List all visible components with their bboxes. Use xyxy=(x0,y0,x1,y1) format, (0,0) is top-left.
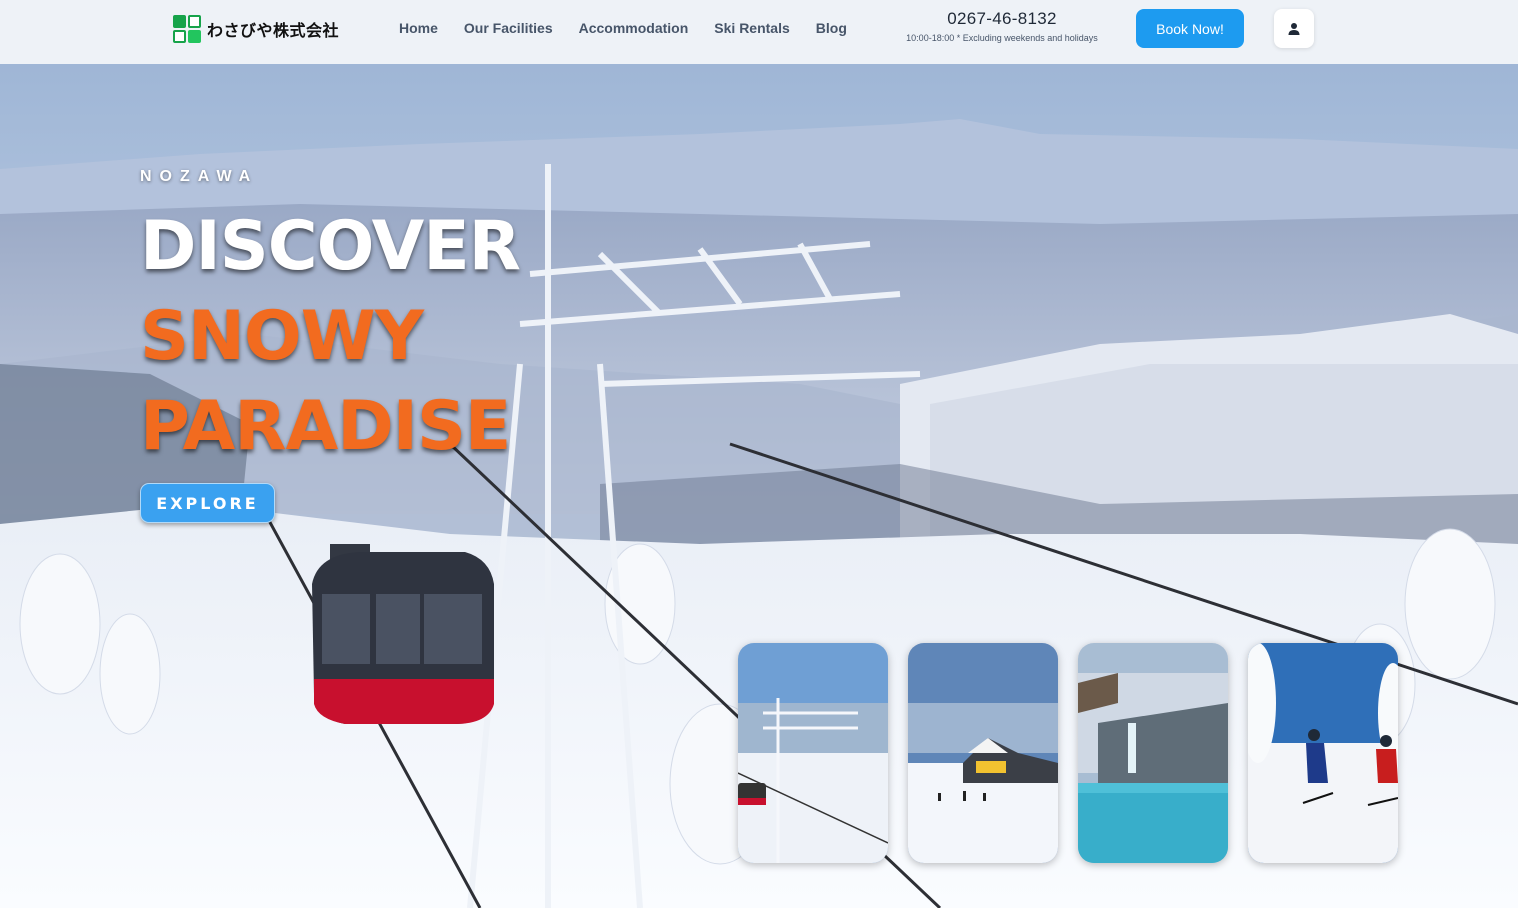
headline-line-2: SNOWY xyxy=(140,297,424,376)
gallery-thumb-skiers[interactable] xyxy=(1248,643,1398,863)
main-nav: Home Our Facilities Accommodation Ski Re… xyxy=(387,20,860,36)
phone-number[interactable]: 0267-46-8132 xyxy=(880,9,1124,29)
business-hours: 10:00-18:00 * Excluding weekends and hol… xyxy=(906,33,1098,43)
headline-line-1: DISCOVER xyxy=(140,207,521,286)
contact-info: 0267-46-8132 10:00-18:00 * Excluding wee… xyxy=(880,9,1124,43)
user-icon xyxy=(1288,22,1300,35)
gallery-thumb-ski-lodge[interactable] xyxy=(908,643,1058,863)
headline-line-3: PARADISE xyxy=(140,387,511,466)
nav-item-home[interactable]: Home xyxy=(399,20,438,36)
user-account-button[interactable] xyxy=(1274,9,1314,48)
brand-logo[interactable]: わさびや株式会社 xyxy=(173,14,339,44)
nav-item-facilities[interactable]: Our Facilities xyxy=(464,20,553,36)
site-header: わさびや株式会社 Home Our Facilities Accommodati… xyxy=(0,0,1518,64)
logo-mark-icon xyxy=(173,14,202,44)
book-now-button[interactable]: Book Now! xyxy=(1136,9,1244,48)
hero-headline: DISCOVER SNOWY PARADISE xyxy=(140,202,521,472)
brand-name: わさびや株式会社 xyxy=(207,21,340,40)
nav-item-blog[interactable]: Blog xyxy=(816,20,847,36)
gallery-thumbnails xyxy=(738,643,1418,863)
hero-section: NOZAWA DISCOVER SNOWY PARADISE EXPLORE xyxy=(0,64,1518,908)
gallery-thumb-gondola[interactable] xyxy=(738,643,888,863)
nav-item-ski-rentals[interactable]: Ski Rentals xyxy=(714,20,789,36)
hero-kicker: NOZAWA xyxy=(140,168,259,185)
explore-button[interactable]: EXPLORE xyxy=(140,483,275,523)
gallery-thumb-onsen[interactable] xyxy=(1078,643,1228,863)
nav-item-accommodation[interactable]: Accommodation xyxy=(579,20,689,36)
